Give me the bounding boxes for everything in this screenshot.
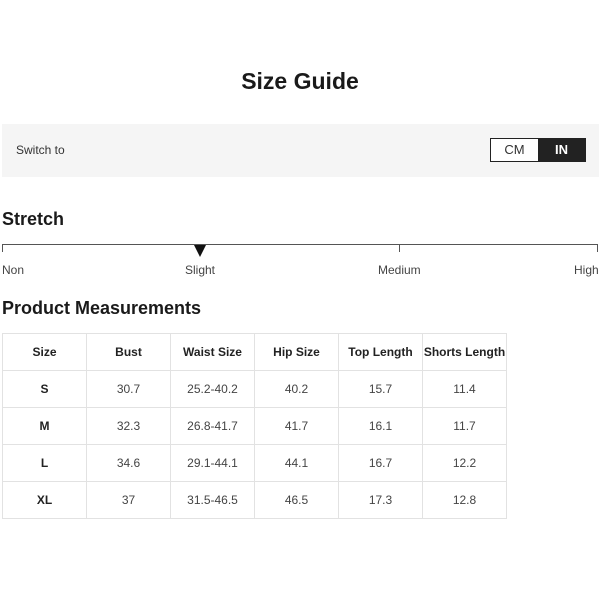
cm-button[interactable]: CM xyxy=(491,139,538,161)
column-header: Bust xyxy=(86,333,171,371)
table-cell: 37 xyxy=(86,481,171,519)
table-row: S 30.7 25.2-40.2 40.2 15.7 11.4 xyxy=(2,370,507,408)
column-header: Top Length xyxy=(338,333,423,371)
table-cell: 30.7 xyxy=(86,370,171,408)
stretch-tick-non xyxy=(2,244,3,252)
table-cell: 25.2-40.2 xyxy=(170,370,255,408)
table-cell: 34.6 xyxy=(86,444,171,482)
table-cell: 26.8-41.7 xyxy=(170,407,255,445)
table-cell: 12.2 xyxy=(422,444,507,482)
measurements-heading: Product Measurements xyxy=(2,298,202,318)
stretch-tick-high xyxy=(597,244,598,252)
measurements-table: Size Bust Waist Size Hip Size Top Length… xyxy=(2,333,507,519)
table-cell: 46.5 xyxy=(254,481,339,519)
table-cell: 40.2 xyxy=(254,370,339,408)
table-cell: 11.7 xyxy=(422,407,507,445)
table-cell: 12.8 xyxy=(422,481,507,519)
page-title: Size Guide xyxy=(241,68,359,94)
table-cell: 17.3 xyxy=(338,481,423,519)
table-header-row: Size Bust Waist Size Hip Size Top Length… xyxy=(2,333,507,371)
table-cell: 15.7 xyxy=(338,370,423,408)
table-cell: 41.7 xyxy=(254,407,339,445)
switch-label: Switch to xyxy=(16,143,65,157)
table-cell: 29.1-44.1 xyxy=(170,444,255,482)
stretch-label-medium: Medium xyxy=(378,263,421,277)
table-row: XL 37 31.5-46.5 46.5 17.3 12.8 xyxy=(2,481,507,519)
unit-toggle: CM IN xyxy=(490,138,586,162)
stretch-heading: Stretch xyxy=(2,209,65,229)
table-row: L 34.6 29.1-44.1 44.1 16.7 12.2 xyxy=(2,444,507,482)
size-cell: S xyxy=(2,370,87,408)
column-header: Hip Size xyxy=(254,333,339,371)
stretch-label-non: Non xyxy=(2,263,25,277)
stretch-label-slight: Slight xyxy=(185,263,216,277)
table-cell: 44.1 xyxy=(254,444,339,482)
size-cell: M xyxy=(2,407,87,445)
stretch-pointer-icon xyxy=(194,245,206,257)
size-cell: L xyxy=(2,444,87,482)
stretch-scale: Non Slight Medium High xyxy=(2,244,599,284)
column-header: Shorts Length xyxy=(422,333,507,371)
table-cell: 16.1 xyxy=(338,407,423,445)
column-header: Waist Size xyxy=(170,333,255,371)
stretch-label-high: High xyxy=(574,263,599,277)
table-cell: 11.4 xyxy=(422,370,507,408)
in-button[interactable]: IN xyxy=(538,139,585,161)
column-header: Size xyxy=(2,333,87,371)
table-cell: 16.7 xyxy=(338,444,423,482)
table-cell: 32.3 xyxy=(86,407,171,445)
stretch-tick-medium xyxy=(399,244,400,252)
unit-switch-bar: Switch to CM IN xyxy=(2,124,599,177)
stretch-scale-line xyxy=(2,244,598,245)
size-cell: XL xyxy=(2,481,87,519)
table-cell: 31.5-46.5 xyxy=(170,481,255,519)
table-row: M 32.3 26.8-41.7 41.7 16.1 11.7 xyxy=(2,407,507,445)
